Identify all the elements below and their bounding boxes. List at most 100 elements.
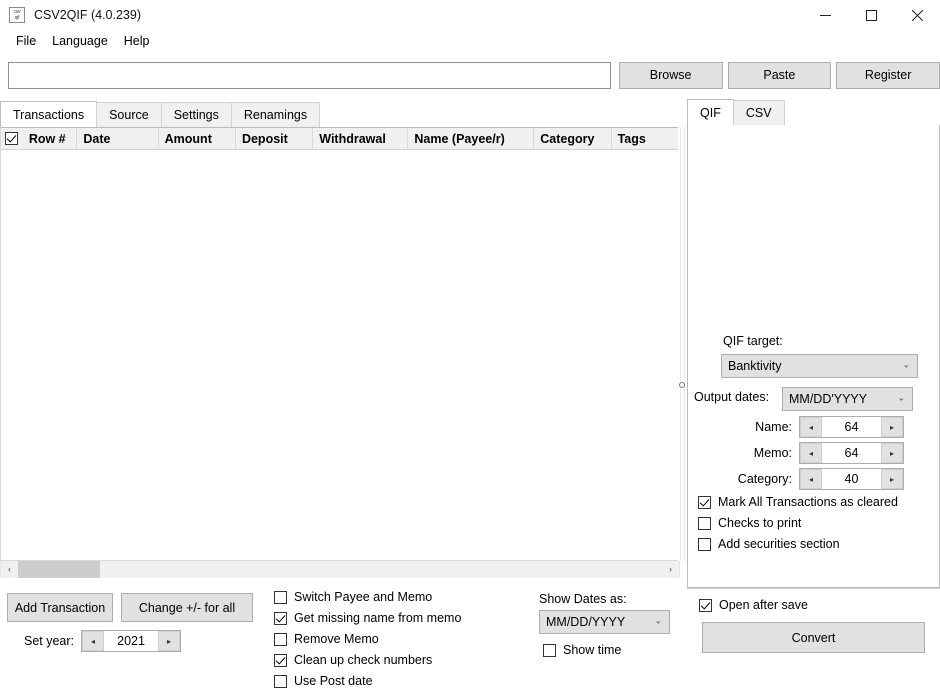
panel-splitter[interactable] [678, 127, 686, 561]
browse-button[interactable]: Browse [618, 61, 723, 89]
get-missing-name-checkbox[interactable] [274, 611, 287, 625]
category-length-label: Category: [737, 472, 792, 486]
open-after-save-checkbox[interactable] [699, 598, 712, 612]
output-dates-select[interactable]: MM/DD'YYYY ⌄ [782, 387, 913, 411]
splitter-line-left [680, 127, 681, 561]
checks-to-print-checkbox[interactable] [698, 516, 711, 530]
show-time-checkbox[interactable] [543, 643, 556, 657]
scrollbar-thumb[interactable] [18, 560, 100, 578]
switch-payee-memo-checkbox[interactable] [274, 590, 287, 604]
show-dates-label: Show Dates as: [539, 592, 627, 606]
tab-transactions[interactable]: Transactions [0, 101, 98, 127]
title-bar: csv qif CSV2QIF (4.0.239) [0, 0, 940, 30]
memo-length-value[interactable]: 64 [822, 446, 881, 460]
category-length-stepper[interactable]: ◂ 40 ▸ [799, 468, 904, 490]
column-header-withdrawal[interactable]: Withdrawal [313, 128, 409, 149]
category-length-value[interactable]: 40 [822, 472, 881, 486]
use-post-date-checkbox[interactable] [274, 674, 287, 688]
select-all-checkbox[interactable] [5, 132, 18, 145]
option-remove-memo[interactable]: Remove Memo [274, 630, 529, 648]
paste-button[interactable]: Paste [727, 61, 832, 89]
name-length-decrement-icon[interactable]: ◂ [800, 417, 822, 437]
tab-qif[interactable]: QIF [687, 99, 734, 125]
column-header-tags[interactable]: Tags [612, 128, 679, 149]
splitter-grip-icon[interactable] [679, 382, 685, 388]
option-use-post-date[interactable]: Use Post date [274, 672, 529, 690]
maximize-button[interactable] [848, 0, 894, 30]
clean-up-check-numbers-checkbox[interactable] [274, 653, 287, 667]
tab-source[interactable]: Source [96, 102, 162, 127]
transaction-options-group: Switch Payee and Memo Get missing name f… [274, 588, 529, 693]
option-switch-payee-and-memo[interactable]: Switch Payee and Memo [274, 588, 529, 606]
transactions-table: Row # Date Amount Deposit Withdrawal Nam… [0, 127, 680, 561]
tab-csv[interactable]: CSV [732, 100, 785, 125]
app-icon: csv qif [9, 7, 25, 23]
tab-renamings[interactable]: Renamings [230, 102, 321, 127]
add-securities-section-label: Add securities section [718, 537, 840, 551]
app-icon-bottom-text: qif [14, 15, 20, 21]
scroll-left-arrow-icon[interactable]: ‹ [1, 560, 18, 578]
mark-all-cleared-checkbox[interactable] [698, 495, 711, 509]
qif-target-label: QIF target: [723, 334, 783, 348]
option-add-securities-section[interactable]: Add securities section [698, 535, 938, 553]
memo-length-decrement-icon[interactable]: ◂ [800, 443, 822, 463]
set-year-value[interactable]: 2021 [104, 634, 159, 648]
memo-length-increment-icon[interactable]: ▸ [881, 443, 903, 463]
chevron-down-icon: ⌄ [902, 359, 910, 370]
minimize-button[interactable] [802, 0, 848, 30]
column-header-row-number[interactable]: Row # [23, 128, 78, 149]
menu-item-language[interactable]: Language [44, 32, 116, 50]
name-length-stepper[interactable]: ◂ 64 ▸ [799, 416, 904, 438]
qif-target-select[interactable]: Banktivity ⌄ [721, 354, 918, 378]
table-body[interactable] [1, 150, 679, 560]
get-missing-name-label: Get missing name from memo [294, 611, 462, 625]
option-clean-up-check-numbers[interactable]: Clean up check numbers [274, 651, 529, 669]
column-header-name-payee[interactable]: Name (Payee/r) [408, 128, 535, 149]
set-year-increment-icon[interactable]: ▸ [158, 631, 181, 651]
select-all-header[interactable] [1, 128, 23, 149]
switch-payee-memo-label: Switch Payee and Memo [294, 590, 433, 604]
splitter-line-right [684, 127, 685, 561]
show-time-label: Show time [563, 643, 622, 657]
register-button[interactable]: Register [836, 61, 940, 89]
add-transaction-button[interactable]: Add Transaction [7, 593, 113, 622]
chevron-down-icon: ⌄ [654, 615, 662, 626]
memo-length-row: Memo: ◂ 64 ▸ [708, 442, 904, 464]
column-header-date[interactable]: Date [77, 128, 159, 149]
option-show-time[interactable]: Show time [543, 641, 679, 659]
use-post-date-label: Use Post date [294, 674, 373, 688]
menu-item-file[interactable]: File [8, 32, 44, 50]
category-length-increment-icon[interactable]: ▸ [881, 469, 903, 489]
option-checks-to-print[interactable]: Checks to print [698, 514, 938, 532]
convert-button[interactable]: Convert [702, 622, 925, 653]
option-mark-all-cleared[interactable]: Mark All Transactions as cleared [698, 493, 938, 511]
scrollbar-track[interactable] [18, 560, 662, 578]
checks-to-print-label: Checks to print [718, 516, 802, 530]
column-header-deposit[interactable]: Deposit [236, 128, 314, 149]
set-year-stepper[interactable]: ◂ 2021 ▸ [81, 630, 182, 652]
add-securities-section-checkbox[interactable] [698, 537, 711, 551]
qif-settings-panel: QIF target: Banktivity ⌄ Output dates: M… [687, 125, 940, 588]
file-path-input[interactable] [8, 61, 611, 89]
memo-length-stepper[interactable]: ◂ 64 ▸ [799, 442, 904, 464]
option-open-after-save[interactable]: Open after save [699, 596, 940, 614]
name-length-value[interactable]: 64 [822, 420, 881, 434]
category-length-row: Category: ◂ 40 ▸ [708, 468, 904, 490]
set-year-decrement-icon[interactable]: ◂ [82, 631, 105, 651]
table-horizontal-scrollbar[interactable]: ‹ › [0, 560, 680, 578]
category-length-decrement-icon[interactable]: ◂ [800, 469, 822, 489]
column-header-amount[interactable]: Amount [159, 128, 236, 149]
name-length-increment-icon[interactable]: ▸ [881, 417, 903, 437]
remove-memo-checkbox[interactable] [274, 632, 287, 646]
menu-item-help[interactable]: Help [116, 32, 158, 50]
show-dates-format-value: MM/DD/YYYY [546, 615, 626, 629]
show-dates-format-select[interactable]: MM/DD/YYYY ⌄ [539, 610, 670, 634]
column-header-category[interactable]: Category [534, 128, 612, 149]
tab-settings[interactable]: Settings [160, 102, 232, 127]
close-button[interactable] [894, 0, 940, 30]
option-get-missing-name-from-memo[interactable]: Get missing name from memo [274, 609, 529, 627]
change-sign-for-all-button[interactable]: Change +/- for all [121, 593, 253, 622]
scroll-right-arrow-icon[interactable]: › [662, 560, 679, 578]
qif-options-group: Mark All Transactions as cleared Checks … [698, 493, 938, 556]
name-length-label: Name: [755, 420, 792, 434]
